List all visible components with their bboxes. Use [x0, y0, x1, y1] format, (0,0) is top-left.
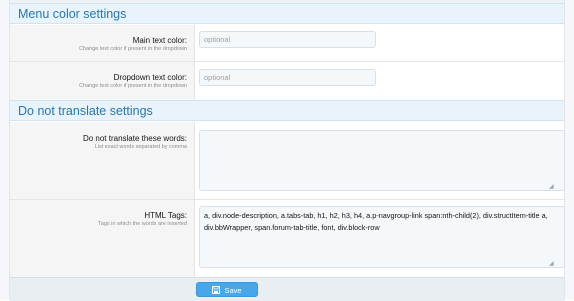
- save-button[interactable]: Save: [196, 282, 258, 297]
- row-do-not-translate-words: Do not translate these words: List exact…: [10, 122, 565, 199]
- dropdown-text-color-input[interactable]: [199, 69, 376, 86]
- section-title: Do not translate settings: [18, 104, 153, 118]
- field-label: HTML Tags:: [144, 211, 187, 220]
- html-tags-textarea[interactable]: [199, 206, 565, 268]
- label-column: Dropdown text color: Change text color i…: [10, 62, 195, 100]
- label-column: Main text color: Change text color if pr…: [10, 25, 195, 61]
- section-header-do-not-translate: Do not translate settings: [10, 100, 564, 121]
- form-footer: Save: [10, 277, 564, 301]
- field-hint: Change text color if present in the drop…: [79, 46, 187, 52]
- do-not-translate-words-textarea[interactable]: [199, 130, 565, 191]
- left-gutter: [0, 0, 10, 300]
- label-column: Do not translate these words: List exact…: [10, 122, 195, 199]
- field-label: Do not translate these words:: [82, 134, 187, 143]
- save-button-label: Save: [224, 286, 242, 295]
- row-main-text-color: Main text color: Change text color if pr…: [10, 25, 564, 61]
- save-icon: [212, 286, 221, 295]
- right-gutter: [564, 0, 574, 300]
- field-hint: List exact words separated by comma: [94, 144, 187, 150]
- section-header-menu-color: Menu color settings: [10, 3, 564, 24]
- field-label: Main text color:: [132, 36, 187, 45]
- resize-grip-icon[interactable]: ◢: [549, 184, 554, 190]
- row-dropdown-text-color: Dropdown text color: Change text color i…: [10, 62, 564, 100]
- resize-grip-icon[interactable]: ◢: [549, 261, 554, 267]
- label-column: HTML Tags: Tags in which the words are i…: [10, 200, 195, 277]
- field-hint: Tags in which the words are inserted: [98, 221, 187, 227]
- row-html-tags: HTML Tags: Tags in which the words are i…: [10, 200, 565, 277]
- section-title: Menu color settings: [18, 7, 127, 21]
- field-label: Dropdown text color:: [113, 73, 187, 82]
- main-text-color-input[interactable]: [199, 31, 376, 48]
- field-hint: Change text color if present in the drop…: [79, 83, 187, 89]
